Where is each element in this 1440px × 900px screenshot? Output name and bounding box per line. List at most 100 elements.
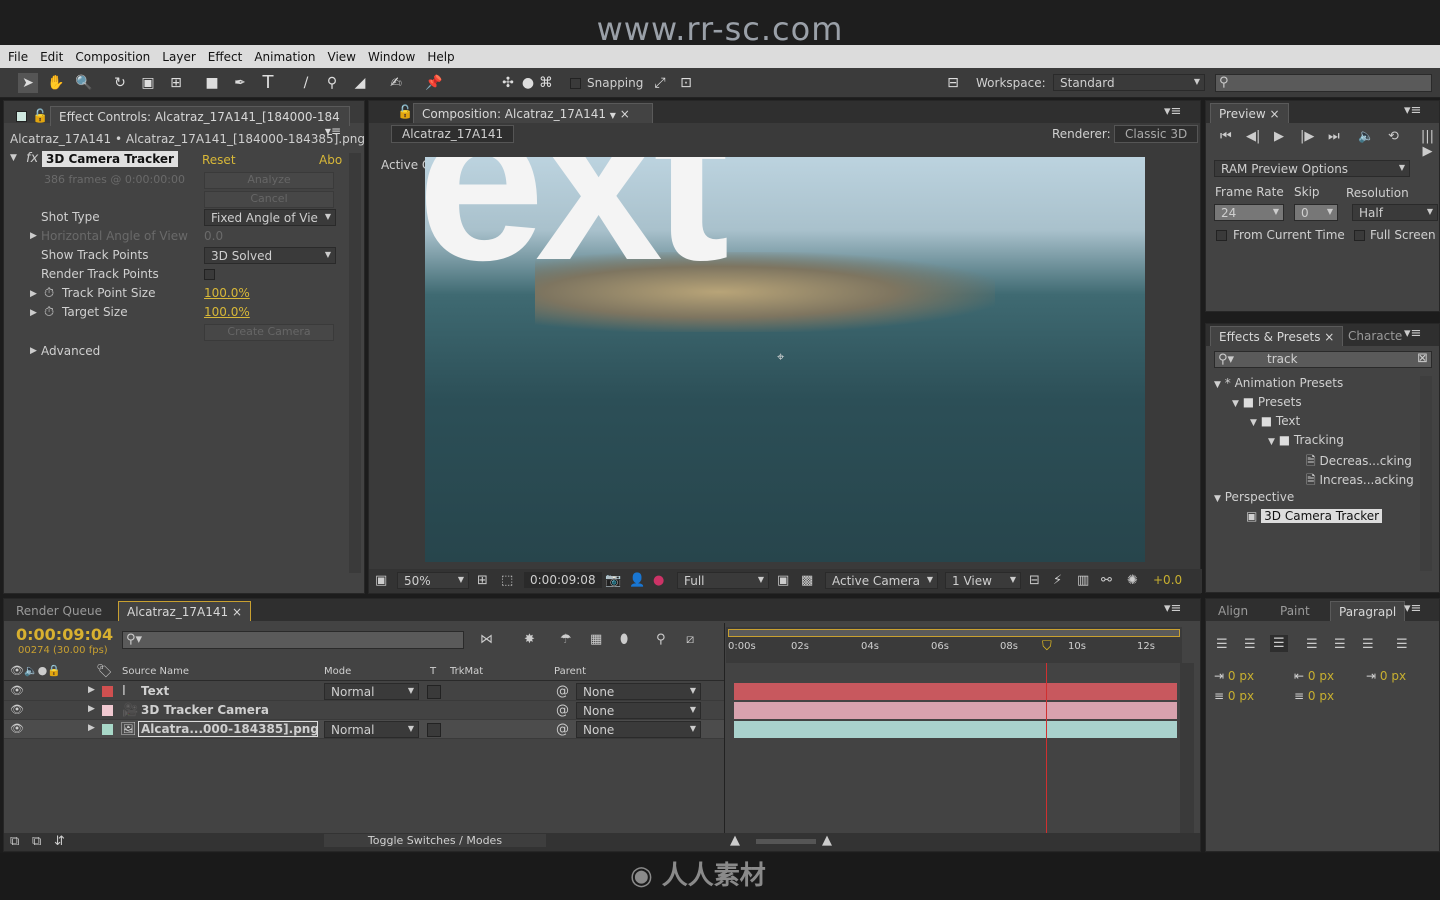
tree-item-tracking[interactable]: ▼ ■ Tracking xyxy=(1268,433,1344,447)
fast-previews-icon[interactable]: ⚡ xyxy=(1053,573,1062,588)
tree-item-preset[interactable]: 🗎 Decreas...cking xyxy=(1306,452,1412,473)
in-out-icon[interactable]: ⇵ xyxy=(54,834,65,849)
tab-composition[interactable]: Composition: Alcatraz_17A141 ▼ × xyxy=(413,103,653,123)
advanced-label[interactable]: Advanced xyxy=(41,344,100,358)
stopwatch-icon[interactable]: ⏱ xyxy=(44,286,54,301)
scrollbar[interactable] xyxy=(349,153,361,573)
menu-help[interactable]: Help xyxy=(427,50,454,64)
tab-paint[interactable]: Paint xyxy=(1272,601,1318,621)
expand-triangle-icon[interactable]: ▶ xyxy=(30,289,37,299)
clear-search-icon[interactable]: ⊠ xyxy=(1417,351,1428,366)
panel-menu-icon[interactable]: ▾≡ xyxy=(1404,103,1421,118)
indent-left[interactable]: ⇥ 0 px xyxy=(1214,669,1254,683)
show-track-points-dropdown[interactable]: 3D Solved xyxy=(204,247,336,264)
full-screen-checkbox[interactable] xyxy=(1354,230,1365,241)
magnification-dropdown[interactable]: 50% xyxy=(397,572,469,589)
expand-triangle-icon[interactable]: ▶ xyxy=(88,723,95,733)
tab-paragraph[interactable]: Paragrapl xyxy=(1330,601,1406,621)
tab-effect-controls[interactable]: Effect Controls: Alcatraz_17A141_[184000… xyxy=(50,106,350,138)
eye-icon[interactable]: 👁 xyxy=(10,703,24,716)
brush-tool-icon[interactable]: / xyxy=(296,73,316,93)
pan-behind-tool-icon[interactable]: ⊞ xyxy=(166,73,186,93)
snap-edges-icon[interactable]: ⤢ xyxy=(650,73,670,93)
current-time-display[interactable]: 0:00:09:08 xyxy=(524,572,602,588)
draft-3d-icon[interactable]: ✸ xyxy=(524,632,535,647)
exposure-value[interactable]: +0.0 xyxy=(1153,573,1182,587)
expand-triangle-icon[interactable]: ▶ xyxy=(30,308,37,318)
3d-view-dropdown[interactable]: Active Camera xyxy=(825,572,938,589)
fast-preview-icon[interactable]: ▣ xyxy=(777,573,789,588)
flowchart-icon[interactable]: ⚯ xyxy=(1101,573,1112,588)
renderer-button[interactable]: Classic 3D xyxy=(1114,125,1199,143)
tab-character[interactable]: Characte xyxy=(1340,326,1410,346)
selection-tool-icon[interactable]: ➤ xyxy=(18,73,38,93)
label-color[interactable] xyxy=(102,686,113,697)
preserve-transparency-checkbox[interactable] xyxy=(427,685,441,699)
col-mode[interactable]: Mode xyxy=(324,666,351,677)
menu-edit[interactable]: Edit xyxy=(40,50,63,64)
indent-right[interactable]: ⇤ 0 px xyxy=(1294,669,1334,683)
analyze-button[interactable]: Analyze xyxy=(204,172,334,189)
composition-viewer[interactable]: ext ⌖ xyxy=(425,157,1145,562)
expand-triangle-icon[interactable]: ▶ xyxy=(30,346,37,356)
mode-dropdown[interactable]: Normal xyxy=(324,683,419,700)
label-color[interactable] xyxy=(102,724,113,735)
effects-search-input[interactable]: ⚲▾ track ⊠ xyxy=(1214,351,1432,368)
target-size-value[interactable]: 100.0% xyxy=(204,305,250,319)
rotate-tool-icon[interactable]: ↻ xyxy=(110,73,130,93)
justify-right-icon[interactable]: ☰ xyxy=(1362,637,1374,652)
world-axis-icon[interactable]: ● xyxy=(518,73,538,93)
first-frame-icon[interactable]: ⏮ xyxy=(1220,129,1232,144)
tab-align[interactable]: Align xyxy=(1210,601,1256,621)
timeline-icon[interactable]: ▥ xyxy=(1077,573,1089,588)
channel-icon[interactable]: ● xyxy=(653,573,664,588)
col-t[interactable]: T xyxy=(430,666,436,677)
parent-dropdown[interactable]: None xyxy=(576,702,701,719)
justify-center-icon[interactable]: ☰ xyxy=(1334,637,1346,652)
hand-tool-icon[interactable]: ✋ xyxy=(46,73,66,93)
space-after[interactable]: ≡ 0 px xyxy=(1294,689,1334,703)
frame-blending-icon[interactable]: ▦ xyxy=(590,632,602,647)
zoom-out-icon[interactable]: ▲ xyxy=(730,833,740,848)
menu-composition[interactable]: Composition xyxy=(75,50,150,64)
clone-stamp-tool-icon[interactable]: ⚲ xyxy=(322,73,342,93)
region-of-interest-icon[interactable]: ⬚ xyxy=(501,573,513,588)
current-timecode[interactable]: 0:00:09:04 xyxy=(16,625,113,644)
last-frame-icon[interactable]: ⏭ xyxy=(1328,129,1340,144)
ram-preview-icon[interactable]: |||▶ xyxy=(1416,129,1439,159)
parent-dropdown[interactable]: None xyxy=(576,721,701,738)
shy-layers-icon[interactable]: ☂ xyxy=(560,632,572,647)
collapse-triangle-icon[interactable]: ▼ xyxy=(10,153,17,163)
resolution-dropdown[interactable]: Half xyxy=(1352,204,1438,221)
menu-view[interactable]: View xyxy=(328,50,356,64)
graph-editor-icon[interactable]: ⧄ xyxy=(686,632,694,647)
lock-icon[interactable]: 🔓 xyxy=(397,105,413,120)
view-layout-dropdown[interactable]: 1 View xyxy=(945,572,1021,589)
motion-blur-icon[interactable]: ⬮ xyxy=(620,632,628,647)
align-right-icon[interactable]: ☰ xyxy=(1270,635,1288,652)
indent-first-line[interactable]: ⇥ 0 px xyxy=(1366,669,1406,683)
zoom-tool-icon[interactable]: 🔍 xyxy=(74,73,94,93)
zoom-in-icon[interactable]: ▲ xyxy=(822,833,832,848)
skip-dropdown[interactable]: 0 xyxy=(1294,204,1338,221)
mode-dropdown[interactable]: Normal xyxy=(324,721,419,738)
panel-menu-icon[interactable]: ▾≡ xyxy=(1164,601,1181,616)
puppet-tool-icon[interactable]: 📌 xyxy=(424,73,444,93)
show-snapshot-icon[interactable]: 👤 xyxy=(629,573,645,588)
col-trkmat[interactable]: TrkMat xyxy=(450,666,483,677)
audio-icon[interactable]: 🔈 xyxy=(1358,129,1374,144)
cancel-button[interactable]: Cancel xyxy=(204,191,334,208)
axis-mode-icon[interactable]: ✣ xyxy=(498,73,518,93)
menu-animation[interactable]: Animation xyxy=(254,50,315,64)
lock-icon[interactable]: 🔓 xyxy=(32,109,48,124)
tree-item-3d-camera-tracker[interactable]: ▣ 3D Camera Tracker xyxy=(1246,509,1383,523)
from-current-time-checkbox[interactable] xyxy=(1216,230,1227,241)
next-frame-icon[interactable]: |▶ xyxy=(1300,129,1314,144)
preserve-transparency-checkbox[interactable] xyxy=(427,723,441,737)
expand-triangle-icon[interactable]: ▶ xyxy=(88,685,95,695)
transparency-grid-icon[interactable]: ▩ xyxy=(801,573,813,588)
layer-switches-icon[interactable]: ⧉ xyxy=(10,834,19,849)
camera-tool-icon[interactable]: ▣ xyxy=(138,73,158,93)
align-center-icon[interactable]: ☰ xyxy=(1244,637,1256,652)
tab-preview[interactable]: Preview × xyxy=(1210,103,1289,123)
